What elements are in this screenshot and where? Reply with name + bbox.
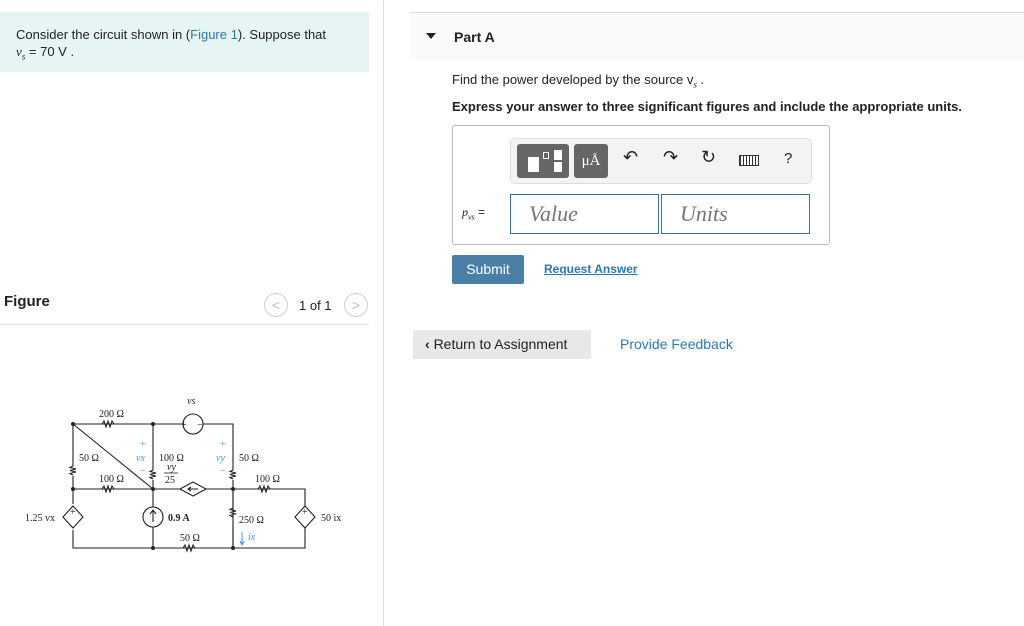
label-200-ohm: 200 Ω (99, 409, 124, 420)
label-250-ohm: 250 Ω (239, 515, 264, 526)
label-vy: vy (216, 453, 225, 464)
math-toolbar: μÅ ↶ ↷ ↻ ? (510, 138, 812, 184)
svg-text:25: 25 (165, 475, 175, 486)
svg-text:+: + (220, 439, 226, 450)
svg-text:+: + (70, 507, 76, 518)
chevron-left-icon: ‹ (425, 336, 434, 352)
return-to-assignment-button[interactable]: ‹ Return to Assignment (413, 330, 591, 359)
svg-text:+: + (140, 439, 146, 450)
svg-text:−: − (220, 466, 226, 477)
svg-text:vy: vy (167, 462, 176, 473)
pane-divider (383, 0, 384, 626)
request-answer-link[interactable]: Request Answer (544, 262, 638, 276)
label-vx: vx (136, 453, 145, 464)
part-title: Part A (454, 29, 495, 45)
label-100-ohm: 100 Ω (99, 474, 124, 485)
provide-feedback-link[interactable]: Provide Feedback (620, 336, 733, 352)
value-input[interactable] (510, 194, 659, 234)
svg-text:+: + (302, 507, 308, 518)
redo-icon[interactable]: ↷ (663, 147, 678, 168)
svg-text:−: − (197, 420, 203, 431)
label-current-source: 0.9 A (168, 513, 190, 524)
help-button[interactable]: ? (784, 150, 792, 167)
submit-button[interactable]: Submit (452, 255, 524, 284)
svg-text:−: − (140, 466, 146, 477)
label-vs: vs (187, 396, 195, 407)
answer-label: pvs = (462, 205, 486, 222)
label-50-ohm: 50 Ω (79, 453, 99, 464)
templates-button[interactable] (517, 144, 569, 178)
label-50-ohm: 50 Ω (239, 453, 259, 464)
collapse-triangle-icon[interactable] (426, 33, 436, 39)
reset-icon[interactable]: ↻ (701, 147, 716, 168)
part-a-header[interactable] (410, 12, 1024, 60)
question-text: Find the power developed by the source v… (452, 72, 705, 90)
svg-text:+: + (181, 420, 187, 431)
units-input[interactable] (661, 194, 810, 234)
label-dependent-voltage-left: 1.25 vx (25, 513, 55, 524)
keyboard-icon[interactable] (739, 155, 759, 166)
undo-icon[interactable]: ↶ (623, 147, 638, 168)
label-100-ohm: 100 Ω (255, 474, 280, 485)
label-50-ohm: 50 Ω (180, 533, 200, 544)
label-dependent-voltage-right: 50 ix (321, 513, 341, 524)
circuit-diagram: 200 Ω 50 Ω 100 Ω 50 Ω 100 Ω 100 Ω 250 Ω … (25, 396, 341, 553)
label-ix: ix (248, 532, 256, 543)
instruction-text: Express your answer to three significant… (452, 99, 962, 114)
units-button[interactable]: μÅ (574, 144, 608, 178)
